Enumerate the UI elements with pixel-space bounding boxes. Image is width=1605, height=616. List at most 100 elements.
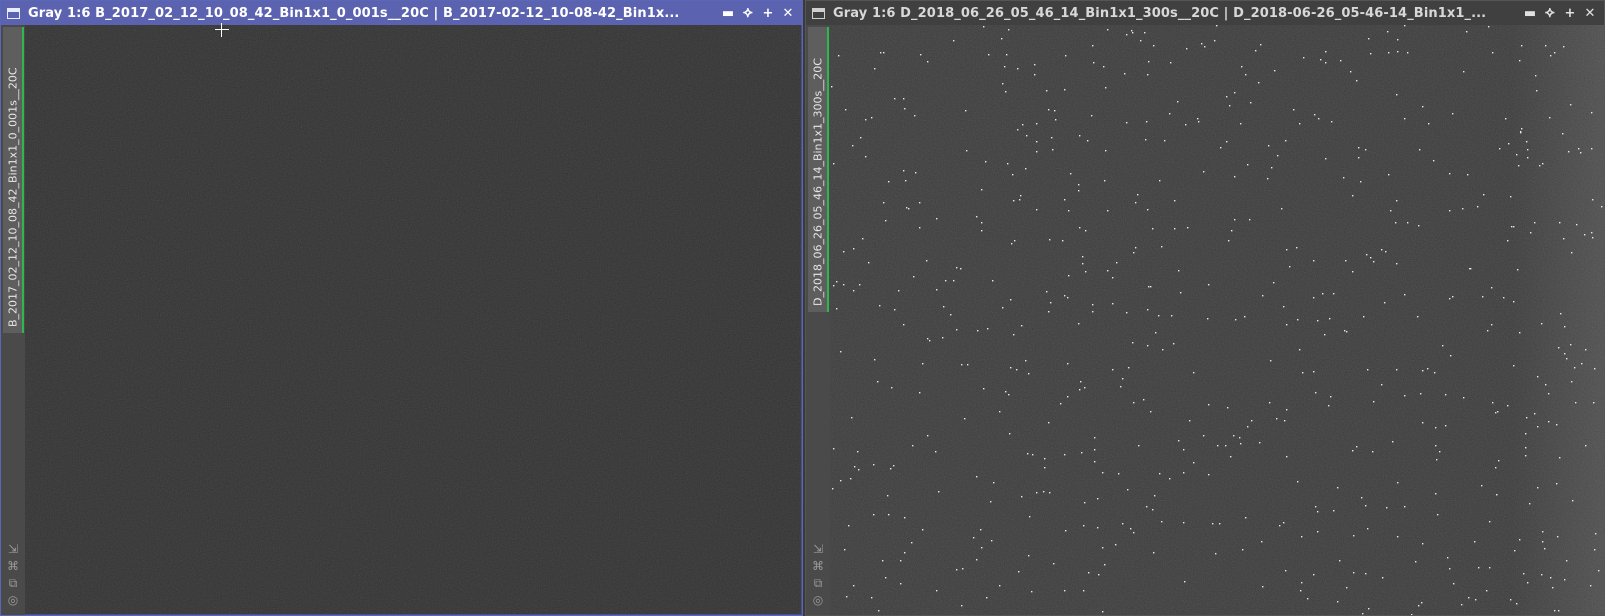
hot-pixel [1016, 369, 1018, 371]
hot-pixel [1260, 44, 1262, 46]
image-canvas[interactable] [830, 25, 1604, 615]
hot-pixel [1420, 393, 1422, 395]
close-button[interactable]: ✕ [780, 5, 796, 21]
hot-pixel [865, 119, 867, 121]
hot-pixel [845, 109, 847, 111]
hot-pixel [1385, 251, 1387, 253]
target-icon[interactable]: ◎ [8, 594, 18, 607]
hot-pixel [1404, 118, 1406, 120]
hot-pixel [1226, 141, 1228, 143]
fit-icon[interactable]: ⌘ [812, 560, 824, 573]
hot-pixel [885, 220, 887, 222]
hot-pixel [1036, 123, 1038, 125]
hot-pixel [1466, 31, 1468, 33]
hot-pixel [1529, 503, 1531, 505]
clone-icon[interactable]: ⧉ [9, 577, 18, 590]
hot-pixel [1517, 269, 1519, 271]
image-window-bias[interactable]: Gray 1:6 B_2017_02_12_10_08_42_Bin1x1_0_… [0, 0, 803, 616]
hot-pixel [1519, 332, 1521, 334]
hot-pixel [1452, 296, 1454, 298]
hot-pixel [1046, 90, 1048, 92]
maximize-button[interactable]: + [1562, 5, 1578, 21]
hot-pixel [1452, 113, 1454, 115]
hot-pixel [1435, 493, 1437, 495]
hot-pixel [1231, 230, 1233, 232]
hot-pixel [1435, 427, 1437, 429]
shade-button[interactable]: ⯎ [1542, 5, 1558, 21]
hot-pixel [1542, 163, 1544, 165]
hot-pixel [1550, 55, 1552, 57]
resize-icon[interactable]: ⇲ [813, 543, 823, 556]
hot-pixel [1135, 247, 1137, 249]
hot-pixel [1361, 497, 1363, 499]
hot-pixel [1152, 228, 1154, 230]
hot-pixel [1445, 425, 1447, 427]
clone-icon[interactable]: ⧉ [814, 577, 823, 590]
hot-pixel [1158, 315, 1160, 317]
hot-pixel [1525, 447, 1527, 449]
target-icon[interactable]: ◎ [813, 594, 823, 607]
hot-pixel [898, 290, 900, 292]
hot-pixel [1171, 315, 1173, 317]
hot-pixel [1145, 139, 1147, 141]
hot-pixel [1317, 511, 1319, 513]
hot-pixel [1013, 334, 1015, 336]
hot-pixel [1148, 286, 1150, 288]
hot-pixel [1027, 453, 1029, 455]
hot-pixel [1370, 53, 1372, 55]
hot-pixel [1258, 82, 1260, 84]
hot-pixel [879, 305, 881, 307]
hot-pixel [1474, 541, 1476, 543]
minimize-button[interactable]: ▬ [1522, 5, 1538, 21]
hot-pixel [1255, 50, 1257, 52]
hot-pixel [1510, 599, 1512, 601]
hot-pixel [1331, 121, 1333, 123]
hot-pixel [976, 559, 978, 561]
hot-pixel [1373, 401, 1375, 403]
hot-pixel [1012, 174, 1014, 176]
hot-pixel [1115, 544, 1117, 546]
hot-pixel [935, 451, 937, 453]
hot-pixel [1404, 294, 1406, 296]
hot-pixel [1164, 140, 1166, 142]
image-canvas[interactable] [25, 25, 801, 614]
hot-pixel [1330, 396, 1332, 398]
hot-pixel [919, 227, 921, 229]
hot-pixel [1228, 240, 1230, 242]
hot-pixel [960, 268, 962, 270]
hot-pixel [1593, 402, 1595, 404]
hot-pixel [858, 469, 860, 471]
hot-pixel [1242, 549, 1244, 551]
hot-pixel [1527, 149, 1529, 151]
hot-pixel [1064, 454, 1066, 456]
shade-button[interactable]: ⯎ [740, 5, 756, 21]
hot-pixel [1365, 149, 1367, 151]
hot-pixel [906, 207, 908, 209]
view-id-tab[interactable]: D_2018_06_26_05_46_14_Bin1x1_300s__20C [808, 27, 829, 312]
hot-pixel [1067, 396, 1069, 398]
hot-pixel [1566, 358, 1568, 360]
hot-pixel [900, 583, 902, 585]
close-button[interactable]: ✕ [1582, 5, 1598, 21]
hot-pixel [1198, 121, 1200, 123]
view-sidebar: D_2018_06_26_05_46_14_Bin1x1_300s__20C ⇲… [806, 25, 830, 615]
fit-icon[interactable]: ⌘ [7, 560, 19, 573]
hot-pixel [1048, 311, 1050, 313]
window-titlebar[interactable]: Gray 1:6 D_2018_06_26_05_46_14_Bin1x1_30… [806, 1, 1604, 25]
hot-pixel [853, 290, 855, 292]
hot-pixel [1043, 491, 1045, 493]
maximize-button[interactable]: + [760, 5, 776, 21]
hot-pixel [1358, 147, 1360, 149]
hot-pixel [1591, 232, 1593, 234]
resize-icon[interactable]: ⇲ [8, 543, 18, 556]
view-id-tab[interactable]: B_2017_02_12_10_08_42_Bin1x1_0_001s__20C [3, 27, 24, 333]
hot-pixel [1102, 472, 1104, 474]
minimize-button[interactable]: ▬ [720, 5, 736, 21]
hot-pixel [1519, 539, 1521, 541]
window-titlebar[interactable]: Gray 1:6 B_2017_02_12_10_08_42_Bin1x1_0_… [1, 1, 802, 25]
hot-pixel [833, 163, 835, 165]
hot-pixel [1148, 61, 1150, 63]
hot-pixel [976, 216, 978, 218]
image-window-dark[interactable]: Gray 1:6 D_2018_06_26_05_46_14_Bin1x1_30… [805, 0, 1605, 616]
hot-pixel [1513, 301, 1515, 303]
